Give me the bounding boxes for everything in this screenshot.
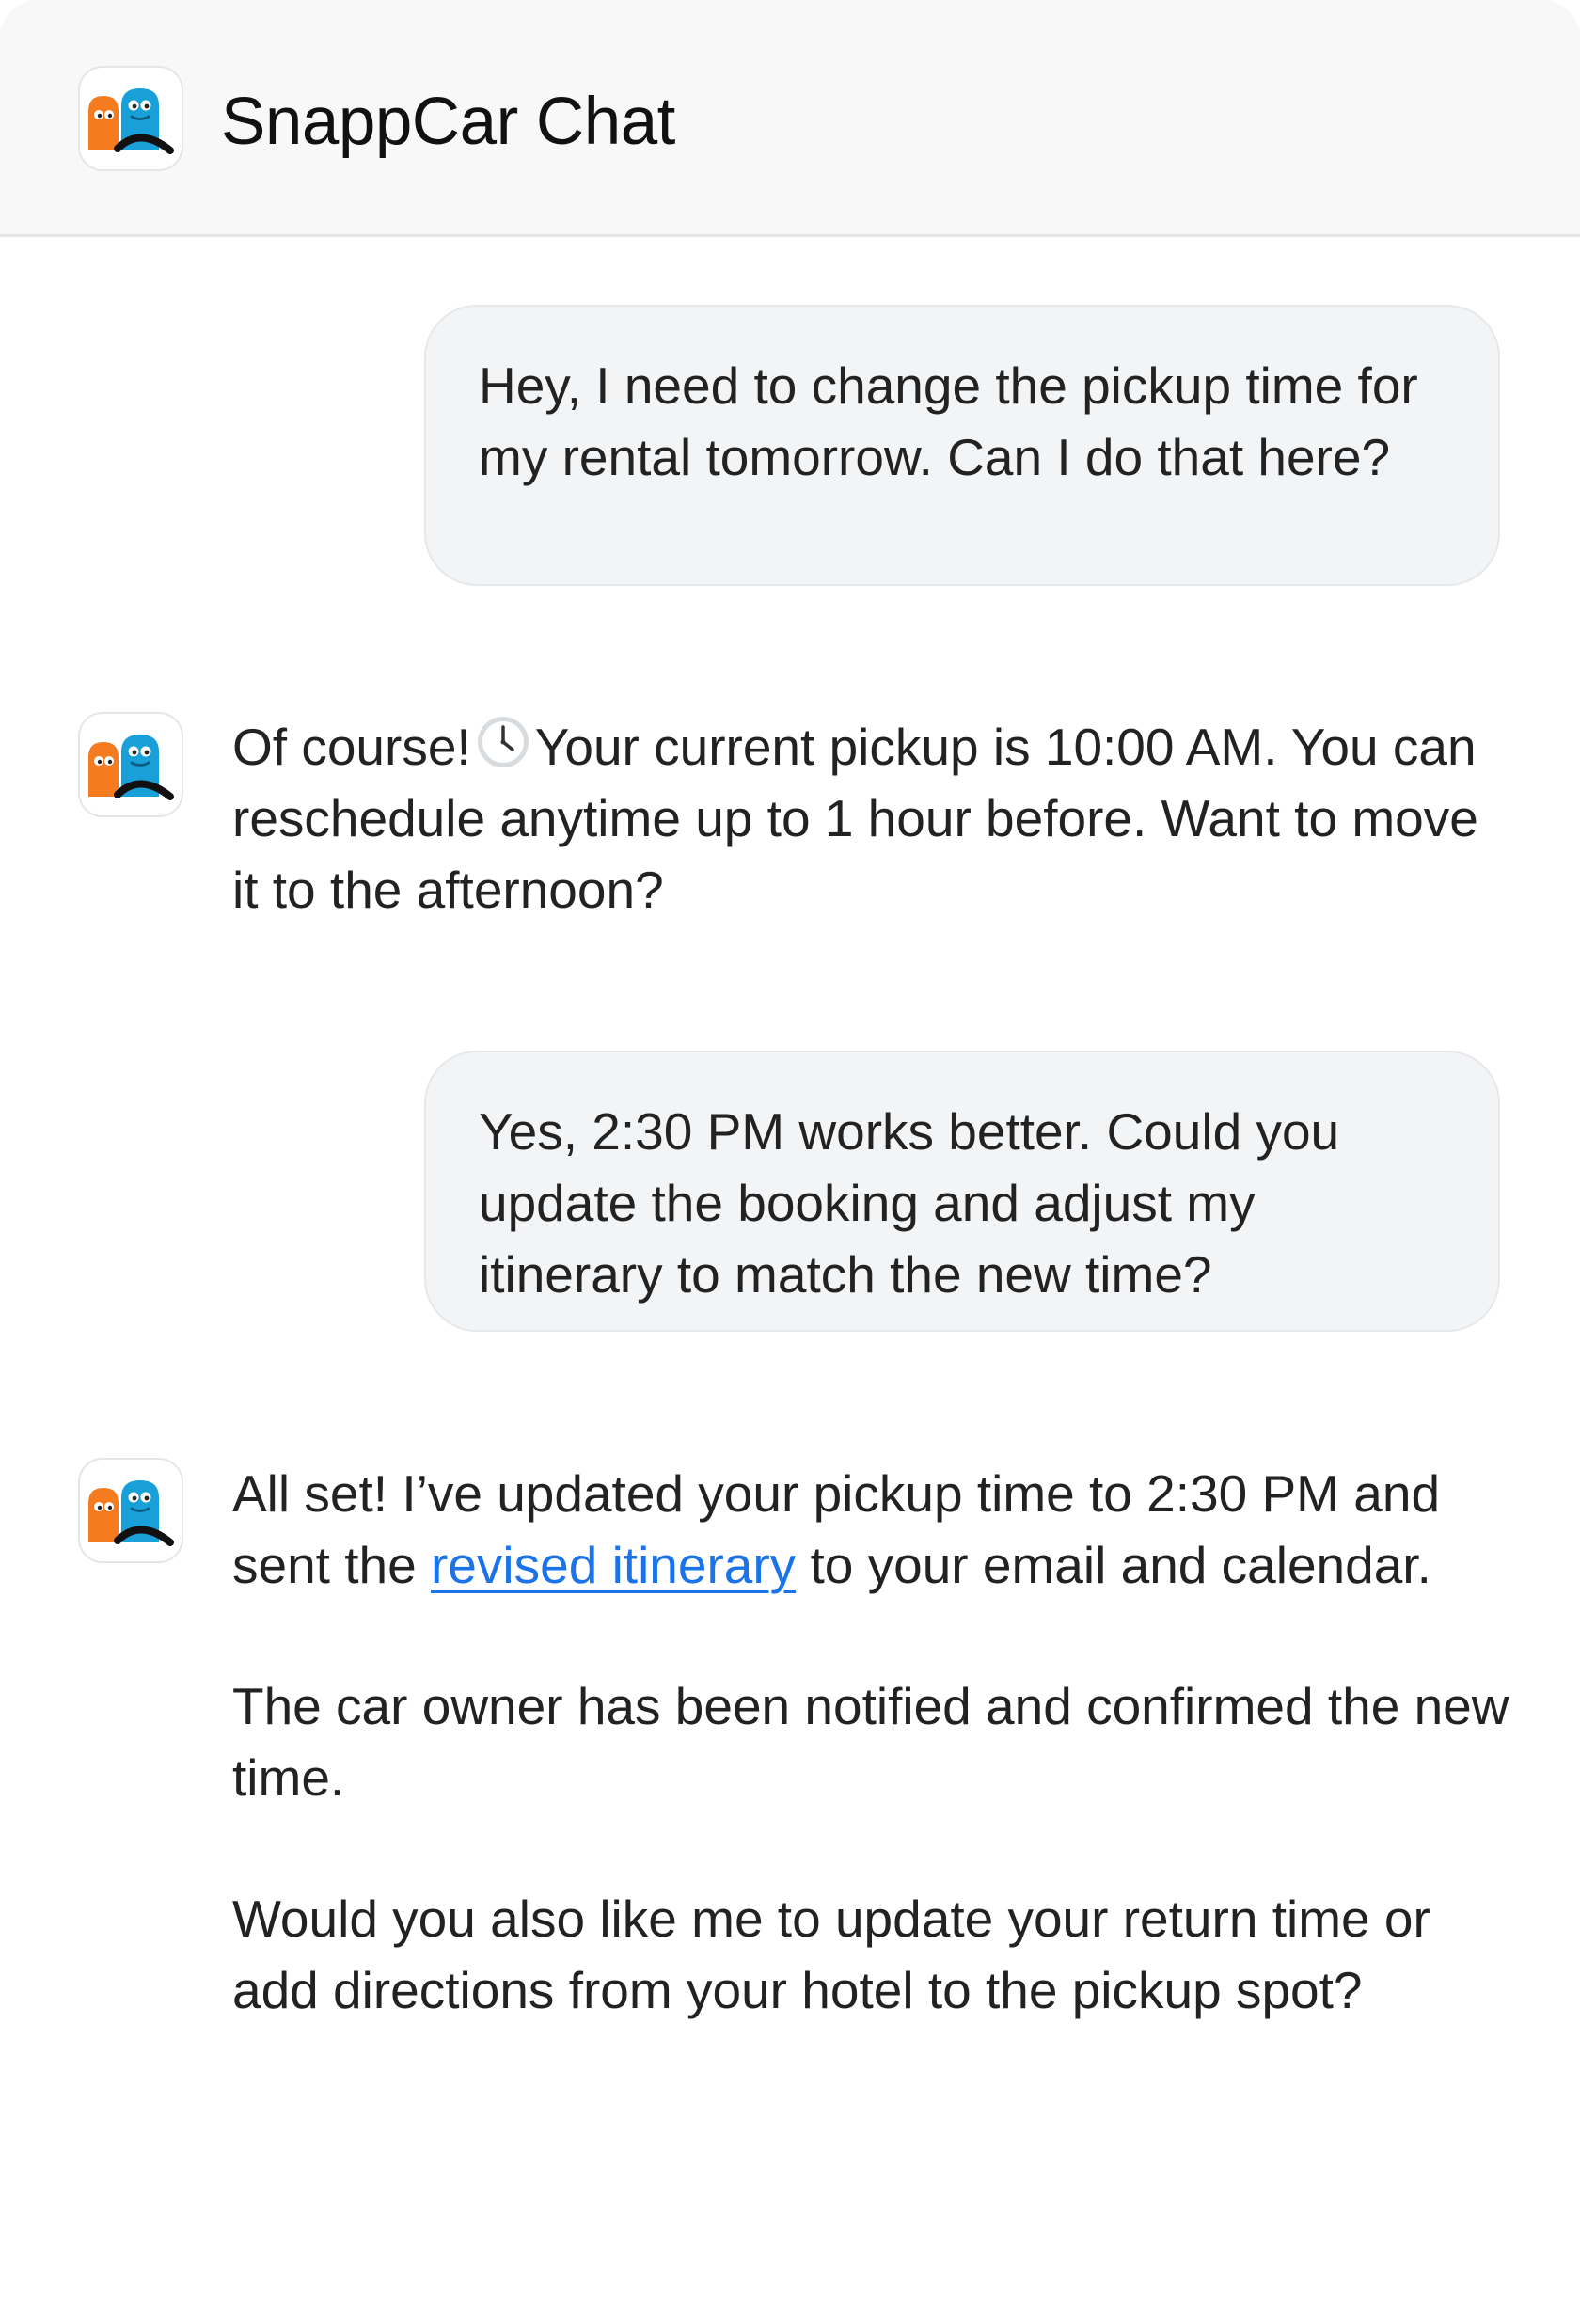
bot-avatar-icon xyxy=(78,1458,183,1563)
snappcar-logo-icon xyxy=(78,66,183,171)
bot-message-paragraph: Of course! Your current pickup is 10:00 … xyxy=(232,711,1511,925)
bot-message-text: to your email and calendar. xyxy=(810,1536,1431,1594)
mascots-icon xyxy=(88,735,174,800)
bot-avatar-icon xyxy=(78,712,183,817)
chat-header: SnappCar Chat xyxy=(0,0,1580,237)
bot-message-paragraph: The car owner has been notified and conf… xyxy=(232,1677,1509,1807)
user-message-bubble: Yes, 2:30 PM works better. Could you upd… xyxy=(424,1051,1500,1332)
user-message-text: Hey, I need to change the pickup time fo… xyxy=(479,356,1418,486)
bot-message-paragraph: All set! I’ve updated your pickup time t… xyxy=(232,1458,1511,1601)
mascots-icon xyxy=(88,88,174,154)
user-message-text: Yes, 2:30 PM works better. Could you upd… xyxy=(479,1102,1340,1304)
bot-message-paragraph: Would you also like me to update your re… xyxy=(232,1889,1430,2019)
user-message-bubble: Hey, I need to change the pickup time fo… xyxy=(424,305,1500,586)
bot-message: All set! I’ve updated your pickup time t… xyxy=(232,1458,1511,2026)
bot-message-text: Of course! xyxy=(232,718,471,776)
clock-icon xyxy=(477,717,529,767)
app-title: SnappCar Chat xyxy=(221,85,675,159)
bot-message: Of course! Your current pickup is 10:00 … xyxy=(232,711,1511,925)
mascots-icon xyxy=(88,1480,174,1546)
chat-window: SnappCar Chat Hey, I need to change the … xyxy=(0,0,1580,2324)
revised-itinerary-link[interactable]: revised itinerary xyxy=(431,1536,796,1594)
